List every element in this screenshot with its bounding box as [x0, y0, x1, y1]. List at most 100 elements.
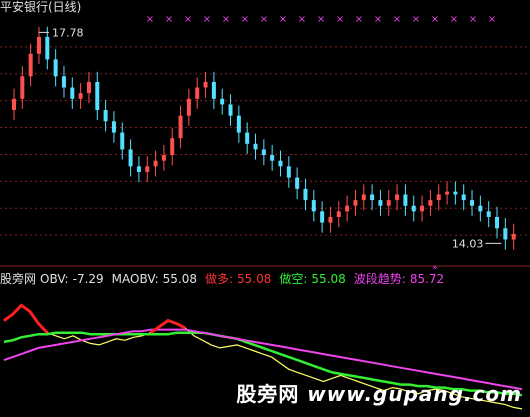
zuokong-value: 55.08 [311, 272, 346, 286]
candle-body [20, 76, 25, 99]
candle-body [136, 166, 141, 172]
candle-body [478, 205, 483, 212]
signal-mark: × [260, 14, 268, 25]
candle-body [336, 211, 341, 217]
candle-body [36, 36, 41, 54]
candle-body [111, 121, 116, 133]
candle-body [486, 211, 491, 217]
signal-mark: × [203, 14, 211, 25]
signal-mark: × [279, 14, 287, 25]
candle-body [345, 205, 350, 212]
candle-body [195, 87, 200, 99]
high-label: 17.78 [52, 26, 84, 39]
candle-body [428, 200, 433, 206]
zuoduo-label: 做多: [204, 272, 234, 286]
candle-body [61, 76, 66, 88]
candle-body [145, 166, 150, 172]
candle-body [278, 160, 283, 167]
candle-body [103, 110, 108, 122]
indicator-legend: 股旁网 OBV: -7.29 MAOBV: 55.08 做多: 55.08 做空: 55.08 波… [0, 271, 452, 287]
candle-body [470, 200, 475, 206]
candle-body [70, 87, 75, 99]
candle-body [270, 155, 275, 161]
zuoduo-value: 55.08 [237, 272, 272, 286]
trend-value: 85.72 [409, 272, 445, 286]
candle-body [328, 216, 333, 223]
candle-body [153, 160, 158, 167]
signal-mark: × [450, 14, 458, 25]
signal-mark: × [431, 14, 439, 25]
low-label: 14.03 [452, 237, 484, 250]
watermark-url: www.gupang.com [307, 382, 522, 406]
signal-mark: × [222, 14, 230, 25]
signal-mark: × [241, 14, 249, 25]
obv-value: -7.29 [72, 272, 104, 286]
candle-body [361, 194, 366, 201]
signal-mark: × [412, 14, 420, 25]
signal-mark: × [165, 14, 173, 25]
bull-segment [3, 303, 49, 334]
candlestick-series [12, 26, 516, 250]
candle-body [453, 191, 458, 195]
candle-body [378, 200, 383, 206]
candle-body [495, 216, 500, 229]
chart-title: 平安银行(日线) [0, 0, 82, 14]
candle-body [78, 93, 83, 99]
candle-body [95, 81, 100, 111]
signal-mark: × [298, 14, 306, 25]
signal-markers: × × × × × × × × × × × × × × × × × × ×» [146, 14, 496, 273]
signal-mark: × [146, 14, 154, 25]
candle-body [236, 115, 241, 133]
signal-mark: × [184, 14, 192, 25]
candle-body [445, 191, 450, 195]
candle-body [128, 149, 133, 167]
signal-mark: × [488, 14, 496, 25]
candle-body [245, 132, 250, 144]
legend-prefix: 股旁网 [0, 272, 37, 286]
signal-mark: × [469, 14, 477, 25]
candle-body [120, 132, 125, 150]
candle-body [436, 194, 441, 201]
candle-body [186, 98, 191, 116]
candle-body [53, 59, 58, 77]
maobv-label: MAOBV: [111, 272, 159, 286]
signal-mark: × [393, 14, 401, 25]
candle-body [403, 194, 408, 206]
candle-body [220, 98, 225, 105]
candle-body [503, 228, 508, 240]
zuokong-label: 做空: [279, 272, 308, 286]
signal-mark: × [355, 14, 363, 25]
candle-body [178, 115, 183, 139]
candle-body [253, 143, 258, 150]
chart-canvas: × × × × × × × × × × × × × × × × × × ×» 17.7814.03 [0, 14, 530, 410]
watermark-brand: 股旁网 [236, 382, 300, 406]
candle-body [28, 53, 33, 77]
candle-body [311, 200, 316, 212]
candle-body [386, 200, 391, 206]
obv-label: OBV: [40, 272, 69, 286]
candle-body [86, 81, 91, 94]
candle-body [370, 194, 375, 201]
candle-body [203, 81, 208, 88]
candle-body [286, 166, 291, 178]
candle-body [12, 98, 16, 111]
price-annotations: 17.78 14.03 [38, 26, 502, 250]
chart-grid [0, 46, 530, 267]
candle-body [461, 194, 466, 201]
candle-body [320, 211, 325, 223]
candle-body [303, 188, 308, 201]
candle-body [295, 177, 300, 189]
candle-body [228, 104, 233, 116]
candle-body [161, 155, 166, 161]
candle-body [261, 149, 266, 156]
signal-mark: × [374, 14, 382, 25]
candle-body [353, 200, 358, 206]
candle-body [45, 36, 50, 60]
signal-mark: × [336, 14, 344, 25]
candle-body [170, 138, 175, 156]
bull-segment [149, 318, 186, 334]
candle-body [395, 194, 400, 201]
candle-body [420, 205, 425, 212]
candle-body [411, 205, 416, 212]
signal-mark: × [317, 14, 325, 25]
